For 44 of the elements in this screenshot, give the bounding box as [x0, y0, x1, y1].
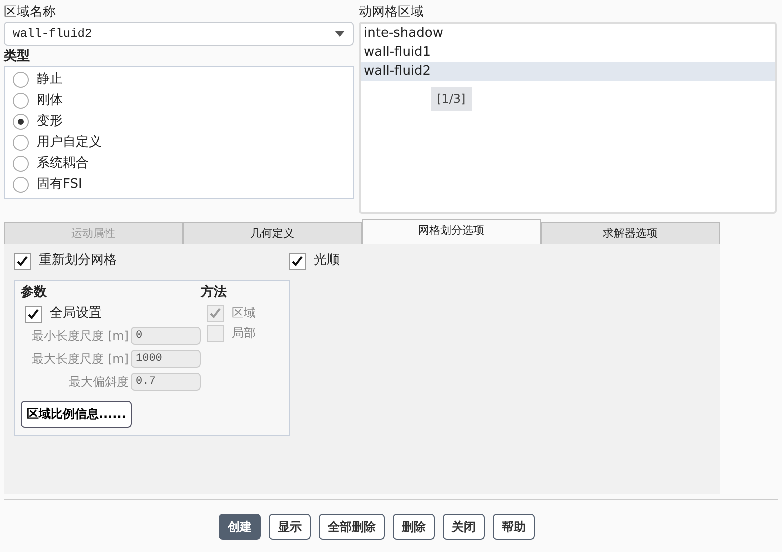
action-button[interactable]: 创建	[219, 514, 261, 540]
tab[interactable]: 网格划分选项	[362, 219, 541, 244]
radio-label: 系统耦合	[37, 155, 89, 173]
dynamic-zones-label: 动网格区域	[359, 4, 425, 22]
zone-name-label: 区域名称	[4, 4, 57, 22]
zone-list-item[interactable]: wall-fluid2	[361, 62, 775, 81]
action-button[interactable]: 显示	[269, 514, 311, 540]
action-button[interactable]: 全部删除	[319, 514, 385, 540]
action-button[interactable]: 关闭	[443, 514, 485, 540]
page-indicator: [1/3]	[431, 87, 472, 111]
action-button[interactable]: 帮助	[493, 514, 535, 540]
caret-icon	[335, 31, 345, 37]
radio-label: 固有FSI	[37, 176, 82, 194]
checkbox-label: 区域	[232, 305, 256, 322]
tab[interactable]: 几何定义	[183, 222, 362, 244]
radio-label: 刚体	[37, 92, 63, 110]
tab[interactable]: 求解器选项	[541, 222, 720, 244]
zone-name-dropdown[interactable]: wall-fluid2	[4, 22, 354, 46]
parameters-title: 参数	[21, 284, 48, 302]
checkbox[interactable]	[14, 252, 31, 270]
zone-list-item[interactable]: inte-shadow	[361, 24, 775, 43]
checkbox[interactable]	[289, 252, 306, 270]
radio-label: 变形	[37, 113, 63, 131]
checkbox-label: 光顺	[314, 252, 340, 270]
radio-button[interactable]	[13, 156, 29, 172]
field-label: 最小长度尺度 [m]	[32, 328, 129, 344]
radio-button[interactable]	[13, 114, 29, 130]
radio-button[interactable]	[13, 72, 29, 88]
radio-button[interactable]	[13, 135, 29, 151]
field-label: 最大长度尺度 [m]	[32, 350, 129, 368]
checkbox[interactable]	[25, 306, 42, 322]
type-label: 类型	[4, 48, 31, 66]
radio-label: 用户自定义	[37, 134, 102, 152]
method-title: 方法	[201, 284, 228, 302]
zone-list-item[interactable]: wall-fluid1	[361, 43, 775, 62]
action-button[interactable]: 删除	[393, 514, 435, 540]
radio-label: 静止	[37, 71, 63, 89]
zone-scale-info-button[interactable]: 区域比例信息......	[21, 401, 132, 428]
checkbox-label: 重新划分网格	[39, 252, 117, 270]
checkbox-label: 局部	[232, 325, 256, 342]
field-label: 最大偏斜度	[69, 374, 129, 390]
checkbox-label: 全局设置	[50, 305, 102, 323]
radio-button[interactable]	[13, 177, 29, 193]
radio-button[interactable]	[13, 93, 29, 109]
